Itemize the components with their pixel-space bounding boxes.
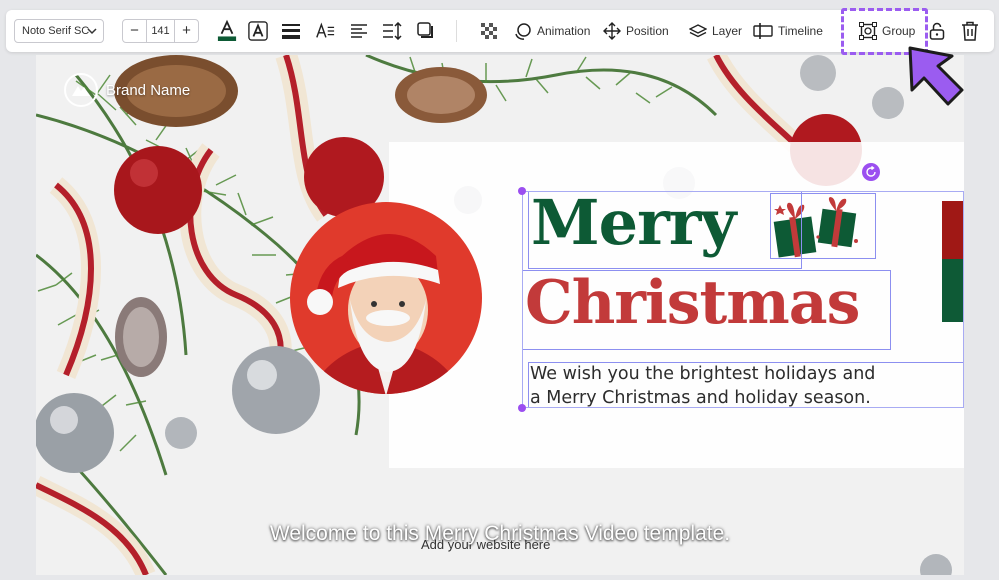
font-family-value: Noto Serif SC — [22, 25, 90, 37]
text-effects-button[interactable] — [315, 21, 335, 41]
increase-size-button[interactable]: + — [175, 20, 198, 42]
text-color-button[interactable] — [217, 19, 237, 41]
decrease-size-button[interactable]: − — [123, 20, 146, 42]
design-canvas[interactable]: Brand Name Merry Christmas We wish you t… — [36, 55, 964, 575]
layers-icon — [689, 24, 707, 38]
chevron-down-icon — [87, 28, 97, 35]
layer-label: Layer — [712, 24, 743, 38]
rotate-icon — [866, 166, 876, 177]
timeline-label: Timeline — [778, 24, 823, 38]
line-spacing-button[interactable] — [382, 21, 402, 41]
timeline-icon — [753, 23, 773, 39]
font-family-select[interactable]: Noto Serif SC — [14, 19, 104, 43]
font-size-stepper[interactable]: − 141 + — [122, 19, 199, 43]
subtitle-caption: Welcome to this Merry Christmas Video te… — [269, 522, 731, 545]
rotate-handle[interactable] — [862, 163, 880, 181]
mountain-icon — [64, 73, 98, 107]
timeline-button[interactable]: Timeline — [753, 21, 823, 41]
group-selection-frame — [522, 191, 964, 408]
align-left-icon — [351, 24, 367, 38]
text-color-icon — [217, 19, 237, 41]
delete-button[interactable] — [960, 21, 980, 41]
stroke-weight-button[interactable] — [281, 21, 301, 41]
shadow-button[interactable] — [416, 21, 436, 41]
text-background-button[interactable] — [248, 21, 268, 41]
brand-logo[interactable]: Brand Name — [64, 73, 190, 107]
text-background-icon — [248, 21, 268, 41]
santa-photo[interactable] — [288, 200, 484, 396]
animation-label: Animation — [537, 24, 591, 38]
line-spacing-icon — [383, 22, 402, 40]
unlock-icon — [929, 22, 945, 40]
transparency-icon — [481, 23, 497, 39]
transparency-button[interactable] — [479, 21, 499, 41]
text-effects-icon — [316, 22, 335, 38]
position-label: Position — [626, 24, 669, 38]
text-align-button[interactable] — [349, 21, 369, 41]
move-icon — [603, 22, 621, 40]
resize-handle-bottom-left[interactable] — [518, 404, 526, 412]
trash-icon — [962, 21, 978, 41]
pointer-arrow-icon — [908, 46, 964, 106]
lock-button[interactable] — [927, 21, 947, 41]
position-button[interactable]: Position — [603, 21, 669, 41]
animation-icon — [515, 23, 531, 40]
brand-name: Brand Name — [106, 81, 191, 99]
resize-handle-top-left[interactable] — [518, 187, 526, 195]
animation-button[interactable]: Animation — [514, 21, 590, 41]
shadow-icon — [417, 22, 433, 38]
toolbar-divider — [456, 20, 457, 42]
line-weight-icon — [282, 24, 300, 39]
layer-button[interactable]: Layer — [689, 21, 742, 41]
font-size-input[interactable]: 141 — [146, 20, 175, 42]
